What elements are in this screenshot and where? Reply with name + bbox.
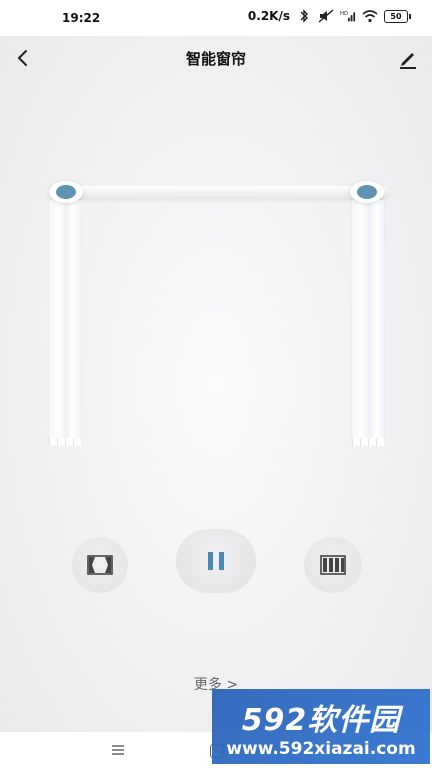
- menu-icon: [112, 745, 124, 755]
- wifi-icon: [362, 9, 378, 23]
- close-curtain-button[interactable]: [304, 537, 362, 593]
- watermark-brand: 592软件园: [241, 702, 401, 738]
- curtain-open-icon: [87, 555, 113, 575]
- status-time: 19:22: [62, 11, 101, 25]
- rod-finial-right: [350, 181, 384, 203]
- hd-signal-icon: HD: [340, 9, 356, 23]
- status-icons: 0.2K/s HD 50: [247, 9, 411, 23]
- status-bar: 19:22 0.2K/s HD 50: [0, 0, 432, 36]
- pencil-icon: [400, 53, 416, 69]
- curtain-rod: [52, 186, 388, 198]
- battery-icon: 50: [384, 9, 411, 23]
- open-curtain-button[interactable]: [72, 537, 128, 593]
- curtain-panel-left: [49, 200, 81, 446]
- page-title: 智能窗帘: [185, 50, 246, 68]
- curtain-controls: [0, 529, 432, 595]
- rod-finial-left: [49, 181, 83, 203]
- network-speed: 0.2K/s: [247, 9, 290, 23]
- curtain-illustration: [0, 170, 432, 460]
- watermark-url: www.592xiazai.com: [226, 738, 416, 759]
- pause-icon: [208, 552, 224, 570]
- pause-button[interactable]: [176, 529, 256, 593]
- mute-icon: [318, 9, 334, 23]
- watermark-logo: 592软件园 www.592xiazai.com: [212, 689, 430, 764]
- svg-text:HD: HD: [340, 11, 348, 17]
- app-header: 智能窗帘: [0, 36, 432, 80]
- bluetooth-icon: [296, 9, 312, 23]
- curtain-panel-right: [352, 200, 384, 446]
- edit-button[interactable]: [394, 44, 422, 72]
- menu-nav-button[interactable]: [110, 742, 126, 756]
- curtain-close-icon: [320, 555, 346, 575]
